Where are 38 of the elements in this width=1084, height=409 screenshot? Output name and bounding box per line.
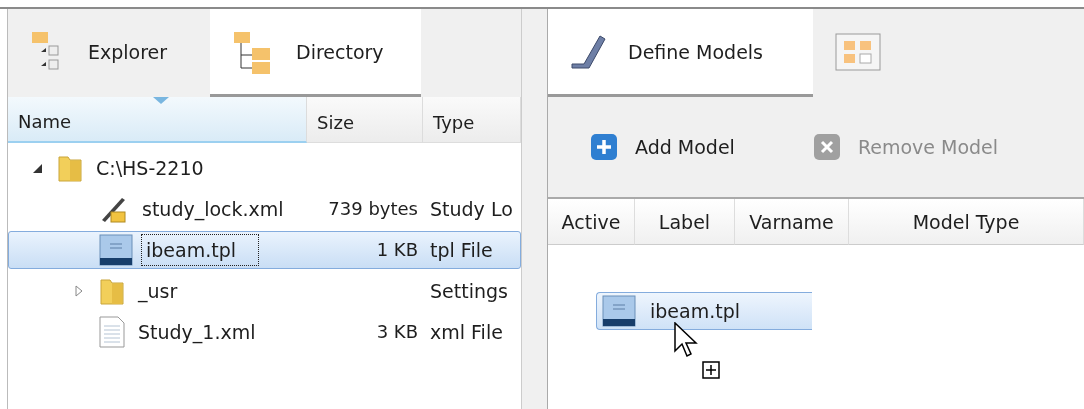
column-header[interactable]: Type <box>423 97 521 143</box>
tree-row[interactable]: _usr Settings <box>8 271 521 310</box>
column-header[interactable]: Label <box>635 199 735 245</box>
template-file-icon <box>602 295 636 327</box>
column-header[interactable]: Active <box>548 199 635 245</box>
tree-row[interactable]: ibeam.tpl 1 KB tpl File <box>8 230 521 269</box>
mouse-pointer-icon <box>674 322 698 360</box>
file-type: Study Lo <box>430 197 513 220</box>
expand-arrow-icon[interactable] <box>73 284 85 297</box>
close-icon <box>812 133 841 161</box>
file-type: tpl File <box>430 238 493 261</box>
file-type: Settings <box>430 279 508 302</box>
tree-row[interactable]: C:\HS-2210 <box>8 148 521 187</box>
tab[interactable]: Directory <box>210 9 421 97</box>
plus-box-icon <box>702 361 720 379</box>
file-size: 3 KB <box>376 321 418 342</box>
document-icon <box>99 315 125 348</box>
file-name: Study_1.xml <box>137 319 257 346</box>
file-name: ibeam.tpl <box>650 300 740 322</box>
column-header[interactable]: Name <box>8 97 307 143</box>
column-header[interactable]: Model Type <box>849 199 1084 245</box>
plus-icon <box>590 133 618 161</box>
tree-row[interactable]: study_lock.xml 739 bytes Study Lo <box>8 189 521 228</box>
file-size: 1 KB <box>376 239 418 260</box>
add-button[interactable]: Add Model <box>590 133 735 161</box>
file-size: 739 bytes <box>328 198 418 219</box>
grid-layout-icon <box>835 32 881 71</box>
file-name: study_lock.xml <box>141 196 285 223</box>
tab[interactable]: Define Models <box>548 9 813 97</box>
column-header[interactable]: Varname <box>735 199 849 245</box>
file-name: C:\HS-2210 <box>95 155 205 181</box>
template-file-icon <box>99 233 133 266</box>
tree-row[interactable]: Study_1.xml 3 KB xml File <box>8 312 521 351</box>
column-header[interactable]: Size <box>307 97 423 143</box>
sort-arrow-icon <box>153 97 169 105</box>
file-type: xml File <box>430 320 503 343</box>
file-name: _usr <box>136 278 179 305</box>
file-name: ibeam.tpl <box>141 233 259 266</box>
